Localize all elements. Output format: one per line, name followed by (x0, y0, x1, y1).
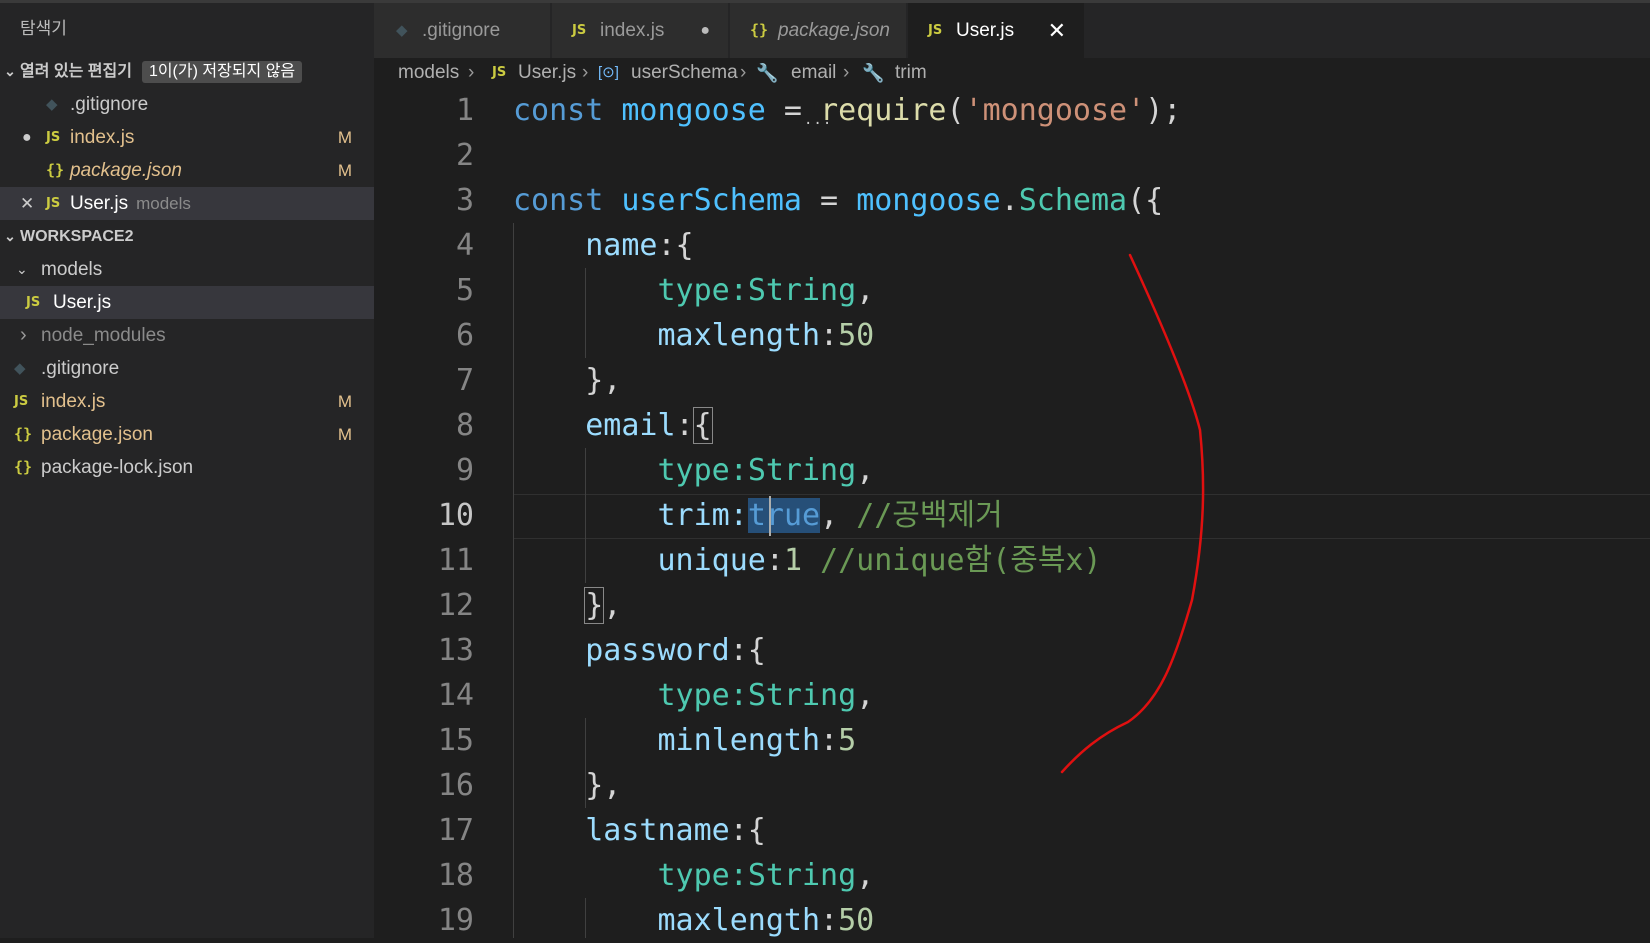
red-annotation-stroke (1060, 253, 1205, 774)
annotation-overlay (1060, 253, 1205, 774)
